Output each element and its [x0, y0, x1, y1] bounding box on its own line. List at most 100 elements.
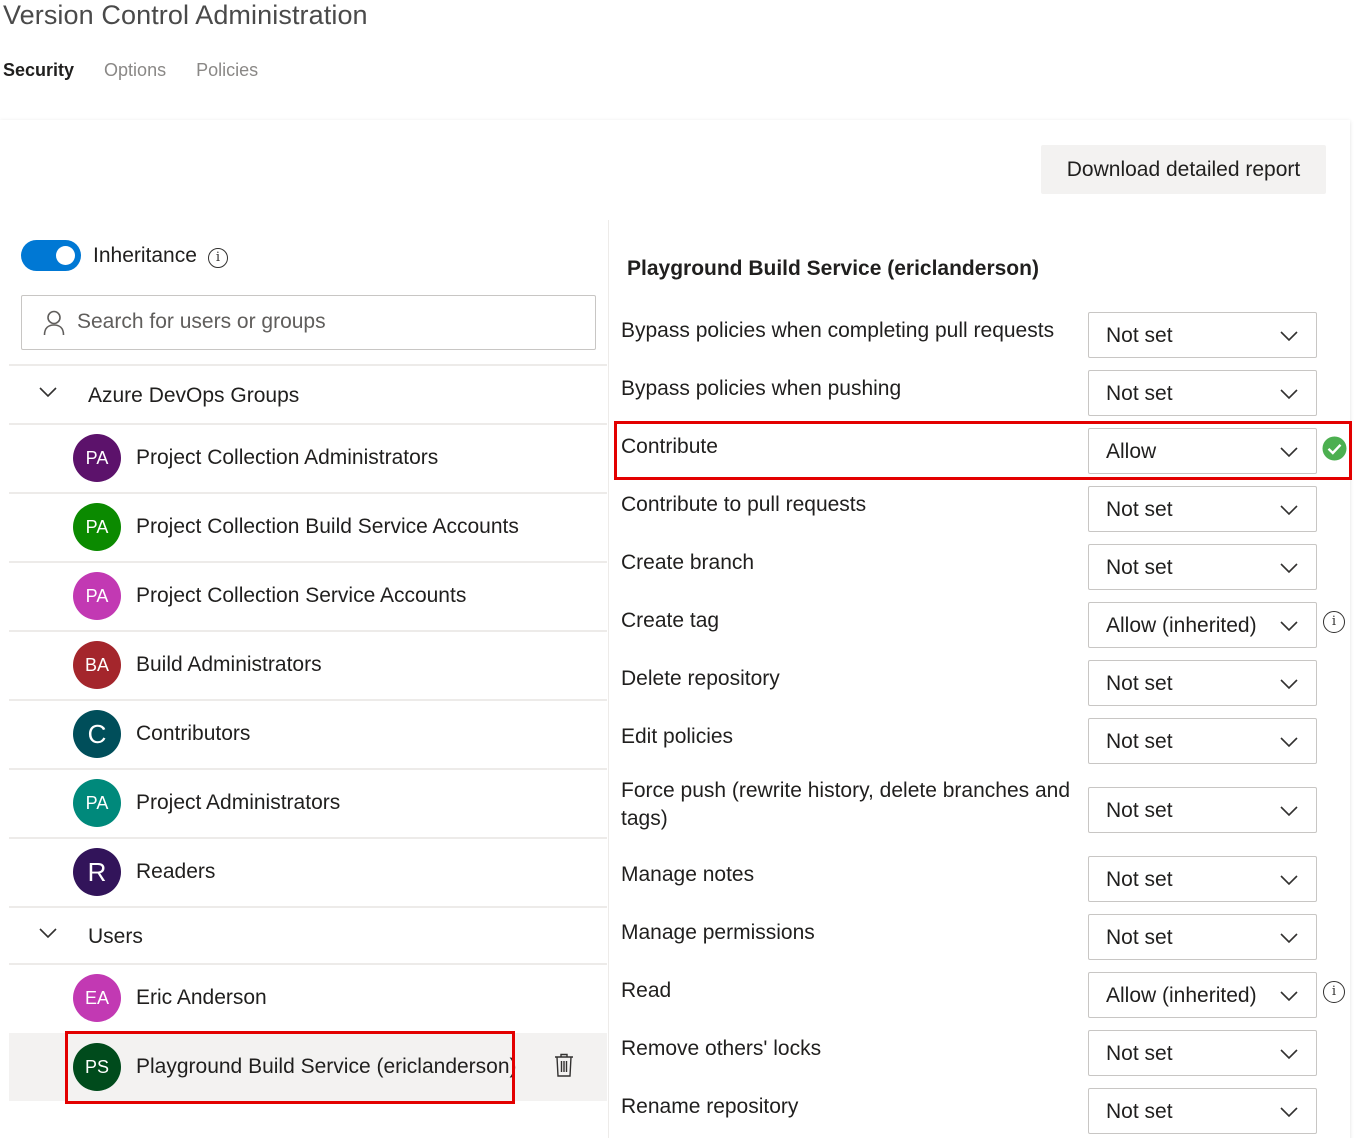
chevron-down-icon: [1280, 737, 1298, 748]
permission-label: Force push (rewrite history, delete bran…: [621, 779, 1070, 830]
avatar: PA: [73, 434, 121, 482]
avatar: BA: [73, 641, 121, 689]
identity-title: Playground Build Service (ericlanderson): [627, 257, 1039, 280]
chevron-down-icon: [39, 928, 57, 939]
tab-policies[interactable]: Policies: [196, 60, 258, 81]
panel-divider: [608, 220, 609, 1138]
users-header[interactable]: Users: [9, 907, 607, 965]
group-item[interactable]: C Contributors: [9, 700, 607, 768]
group-item[interactable]: PA Project Administrators: [9, 769, 607, 837]
search-box[interactable]: [21, 295, 596, 350]
permission-value: Not set: [1106, 498, 1173, 521]
group-item[interactable]: PA Project Collection Administrators: [9, 424, 607, 492]
permission-value: Not set: [1106, 1042, 1173, 1065]
info-icon[interactable]: i: [208, 248, 228, 268]
permission-value: Not set: [1106, 382, 1173, 405]
chevron-down-icon: [1280, 621, 1298, 632]
check-icon: [1322, 436, 1347, 461]
user-item-selected[interactable]: PS Playground Build Service (ericlanders…: [9, 1033, 607, 1101]
permission-label: Delete repository: [621, 667, 780, 690]
groups-header[interactable]: Azure DevOps Groups: [9, 366, 607, 424]
permission-label: Edit policies: [621, 725, 734, 748]
permission-value: Allow (inherited): [1106, 984, 1257, 1007]
group-item[interactable]: PA Project Collection Service Accounts: [9, 562, 607, 630]
chevron-down-icon: [1280, 933, 1298, 944]
user-item[interactable]: EA Eric Anderson: [9, 964, 607, 1032]
chevron-down-icon: [1280, 991, 1298, 1002]
permission-select[interactable]: Not set: [1088, 660, 1317, 706]
permission-select[interactable]: Allow (inherited): [1088, 602, 1317, 648]
group-name: Contributors: [136, 722, 251, 745]
permission-select[interactable]: Not set: [1088, 370, 1317, 416]
chevron-down-icon: [1280, 679, 1298, 690]
chevron-down-icon: [1280, 875, 1298, 886]
tab-security[interactable]: Security: [3, 60, 74, 81]
permission-value: Not set: [1106, 324, 1173, 347]
avatar: PS: [73, 1043, 121, 1091]
avatar: EA: [73, 974, 121, 1022]
permission-value: Allow (inherited): [1106, 614, 1257, 637]
avatar: PA: [73, 572, 121, 620]
permission-value: Not set: [1106, 799, 1173, 822]
group-item[interactable]: PA Project Collection Build Service Acco…: [9, 493, 607, 561]
chevron-down-icon: [1280, 563, 1298, 574]
chevron-down-icon: [1280, 505, 1298, 516]
avatar: PA: [73, 503, 121, 551]
permission-select[interactable]: Allow: [1088, 428, 1317, 474]
group-item[interactable]: R Readers: [9, 838, 607, 906]
groups-header-label: Azure DevOps Groups: [88, 384, 300, 407]
chevron-down-icon: [39, 387, 57, 398]
avatar: C: [73, 710, 121, 758]
info-icon[interactable]: i: [1323, 981, 1345, 1003]
permission-value: Allow: [1106, 440, 1157, 463]
permission-select[interactable]: Not set: [1088, 312, 1317, 358]
user-name: Eric Anderson: [136, 986, 267, 1009]
chevron-down-icon: [1280, 1107, 1298, 1118]
group-name: Readers: [136, 860, 216, 883]
trash-icon[interactable]: [554, 1053, 574, 1077]
permission-select[interactable]: Not set: [1088, 856, 1317, 902]
permission-select[interactable]: Not set: [1088, 486, 1317, 532]
permission-label: Rename repository: [621, 1095, 799, 1118]
permission-value: Not set: [1106, 926, 1173, 949]
permission-value: Not set: [1106, 556, 1173, 579]
group-name: Project Collection Service Accounts: [136, 584, 467, 607]
permission-select[interactable]: Not set: [1088, 1088, 1317, 1134]
permission-value: Not set: [1106, 730, 1173, 753]
permission-value: Not set: [1106, 1100, 1173, 1123]
inheritance-label: Inheritance: [93, 244, 197, 267]
permission-value: Not set: [1106, 672, 1173, 695]
permission-value: Not set: [1106, 868, 1173, 891]
permission-label: Create tag: [621, 609, 720, 632]
group-name: Build Administrators: [136, 653, 322, 676]
permission-label: Create branch: [621, 551, 755, 574]
person-icon: [43, 310, 65, 336]
chevron-down-icon: [1280, 806, 1298, 817]
permission-select[interactable]: Allow (inherited): [1088, 972, 1317, 1018]
info-icon[interactable]: i: [1323, 611, 1345, 633]
search-input[interactable]: [77, 306, 577, 338]
toggle-knob: [56, 246, 75, 265]
permission-select[interactable]: Not set: [1088, 1030, 1317, 1076]
user-name: Playground Build Service (ericlanderson): [136, 1055, 517, 1078]
tab-bar: Security Options Policies: [3, 60, 258, 81]
avatar: PA: [73, 779, 121, 827]
permission-label: Manage permissions: [621, 921, 815, 944]
users-header-label: Users: [88, 925, 143, 948]
inheritance-toggle[interactable]: [21, 240, 81, 271]
chevron-down-icon: [1280, 1049, 1298, 1060]
permission-select[interactable]: Not set: [1088, 914, 1317, 960]
download-report-button[interactable]: Download detailed report: [1041, 145, 1326, 194]
permission-select[interactable]: Not set: [1088, 718, 1317, 764]
permission-label: Contribute to pull requests: [621, 493, 867, 516]
permission-label: Remove others' locks: [621, 1037, 822, 1060]
group-item[interactable]: BA Build Administrators: [9, 631, 607, 699]
tab-options[interactable]: Options: [104, 60, 166, 81]
permission-select[interactable]: Not set: [1088, 544, 1317, 590]
permission-select[interactable]: Not set: [1088, 787, 1317, 833]
permission-label: Bypass policies when completing pull req…: [621, 319, 1055, 342]
permission-label: Manage notes: [621, 863, 755, 886]
permission-label: Bypass policies when pushing: [621, 377, 902, 400]
group-name: Project Administrators: [136, 791, 341, 814]
group-name: Project Collection Build Service Account…: [136, 515, 519, 538]
